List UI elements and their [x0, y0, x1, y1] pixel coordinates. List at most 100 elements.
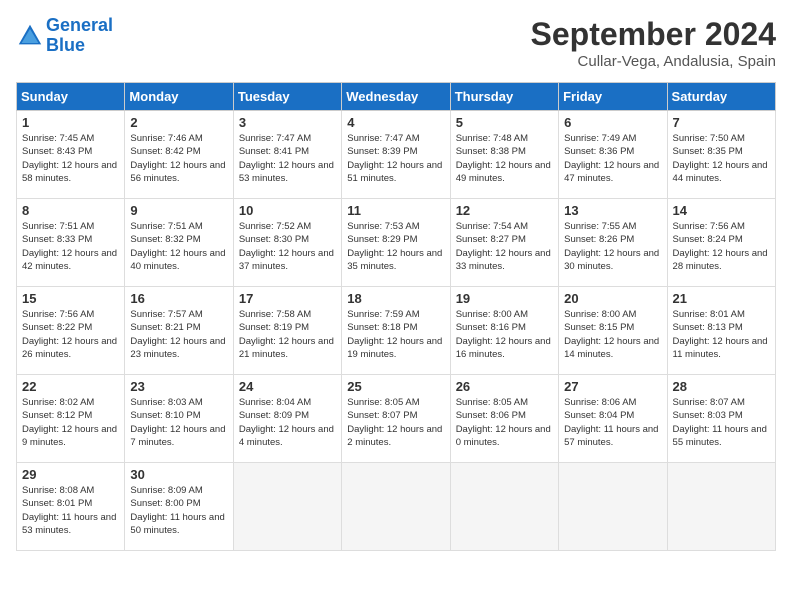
day-detail: Sunrise: 8:00 AM Sunset: 8:16 PM Dayligh… [456, 308, 553, 361]
title-block: September 2024 Cullar-Vega, Andalusia, S… [531, 16, 776, 70]
day-detail: Sunrise: 7:49 AM Sunset: 8:36 PM Dayligh… [564, 132, 661, 185]
calendar-week-row: 29Sunrise: 8:08 AM Sunset: 8:01 PM Dayli… [17, 463, 776, 551]
day-detail: Sunrise: 8:07 AM Sunset: 8:03 PM Dayligh… [673, 396, 770, 449]
day-detail: Sunrise: 7:59 AM Sunset: 8:18 PM Dayligh… [347, 308, 444, 361]
day-number: 17 [239, 291, 336, 306]
logo-line2: Blue [46, 35, 85, 55]
day-detail: Sunrise: 8:00 AM Sunset: 8:15 PM Dayligh… [564, 308, 661, 361]
day-detail: Sunrise: 7:50 AM Sunset: 8:35 PM Dayligh… [673, 132, 770, 185]
calendar-cell [667, 463, 775, 551]
weekday-header-friday: Friday [559, 83, 667, 111]
day-detail: Sunrise: 7:45 AM Sunset: 8:43 PM Dayligh… [22, 132, 119, 185]
day-number: 15 [22, 291, 119, 306]
day-number: 21 [673, 291, 770, 306]
weekday-header-wednesday: Wednesday [342, 83, 450, 111]
month-year-title: September 2024 [531, 16, 776, 53]
weekday-header-thursday: Thursday [450, 83, 558, 111]
day-number: 24 [239, 379, 336, 394]
weekday-header-monday: Monday [125, 83, 233, 111]
calendar-cell: 2 Sunrise: 7:46 AM Sunset: 8:42 PM Daylig… [125, 111, 233, 199]
day-detail: Sunrise: 7:46 AM Sunset: 8:42 PM Dayligh… [130, 132, 227, 185]
calendar-cell: 20 Sunrise: 8:00 AM Sunset: 8:15 PM Dayli… [559, 287, 667, 375]
calendar-cell: 17 Sunrise: 7:58 AM Sunset: 8:19 PM Dayli… [233, 287, 341, 375]
day-detail: Sunrise: 7:48 AM Sunset: 8:38 PM Dayligh… [456, 132, 553, 185]
calendar-cell: 13Sunrise: 7:55 AM Sunset: 8:26 PM Dayli… [559, 199, 667, 287]
day-detail: Sunrise: 7:58 AM Sunset: 8:19 PM Dayligh… [239, 308, 336, 361]
logo: General Blue [16, 16, 113, 56]
day-number: 28 [673, 379, 770, 394]
calendar-table: SundayMondayTuesdayWednesdayThursdayFrid… [16, 82, 776, 551]
calendar-cell: 19 Sunrise: 8:00 AM Sunset: 8:16 PM Dayli… [450, 287, 558, 375]
day-number: 11 [347, 203, 444, 218]
day-number: 3 [239, 115, 336, 130]
day-number: 4 [347, 115, 444, 130]
day-number: 8 [22, 203, 119, 218]
day-number: 22 [22, 379, 119, 394]
day-number: 7 [673, 115, 770, 130]
day-number: 1 [22, 115, 119, 130]
day-number: 30 [130, 467, 227, 482]
page-header: General Blue September 2024 Cullar-Vega,… [16, 16, 776, 70]
day-number: 16 [130, 291, 227, 306]
day-detail: Sunrise: 7:55 AM Sunset: 8:26 PM Dayligh… [564, 220, 661, 273]
calendar-week-row: 8 Sunrise: 7:51 AM Sunset: 8:33 PM Daylig… [17, 199, 776, 287]
weekday-header-tuesday: Tuesday [233, 83, 341, 111]
calendar-cell: 9Sunrise: 7:51 AM Sunset: 8:32 PM Daylig… [125, 199, 233, 287]
day-number: 25 [347, 379, 444, 394]
calendar-cell: 10 Sunrise: 7:52 AM Sunset: 8:30 PM Dayli… [233, 199, 341, 287]
day-number: 9 [130, 203, 227, 218]
day-detail: Sunrise: 8:05 AM Sunset: 8:06 PM Dayligh… [456, 396, 553, 449]
calendar-cell: 5 Sunrise: 7:48 AM Sunset: 8:38 PM Daylig… [450, 111, 558, 199]
calendar-cell: 30 Sunrise: 8:09 AM Sunset: 8:00 PM Dayli… [125, 463, 233, 551]
calendar-cell: 14 Sunrise: 7:56 AM Sunset: 8:24 PM Dayli… [667, 199, 775, 287]
logo-icon [16, 22, 44, 50]
day-detail: Sunrise: 7:57 AM Sunset: 8:21 PM Dayligh… [130, 308, 227, 361]
calendar-cell [233, 463, 341, 551]
day-detail: Sunrise: 7:56 AM Sunset: 8:24 PM Dayligh… [673, 220, 770, 273]
calendar-cell [559, 463, 667, 551]
day-detail: Sunrise: 7:51 AM Sunset: 8:33 PM Dayligh… [22, 220, 119, 273]
day-number: 6 [564, 115, 661, 130]
calendar-cell: 21 Sunrise: 8:01 AM Sunset: 8:13 PM Dayli… [667, 287, 775, 375]
day-detail: Sunrise: 7:47 AM Sunset: 8:41 PM Dayligh… [239, 132, 336, 185]
day-detail: Sunrise: 8:02 AM Sunset: 8:12 PM Dayligh… [22, 396, 119, 449]
day-number: 19 [456, 291, 553, 306]
day-detail: Sunrise: 8:01 AM Sunset: 8:13 PM Dayligh… [673, 308, 770, 361]
calendar-cell: 7 Sunrise: 7:50 AM Sunset: 8:35 PM Daylig… [667, 111, 775, 199]
calendar-cell: 29Sunrise: 8:08 AM Sunset: 8:01 PM Dayli… [17, 463, 125, 551]
calendar-week-row: 15Sunrise: 7:56 AM Sunset: 8:22 PM Dayli… [17, 287, 776, 375]
logo-text: General Blue [46, 16, 113, 56]
day-detail: Sunrise: 7:52 AM Sunset: 8:30 PM Dayligh… [239, 220, 336, 273]
weekday-header-sunday: Sunday [17, 83, 125, 111]
day-detail: Sunrise: 8:08 AM Sunset: 8:01 PM Dayligh… [22, 484, 119, 537]
calendar-cell: 18 Sunrise: 7:59 AM Sunset: 8:18 PM Dayli… [342, 287, 450, 375]
day-detail: Sunrise: 7:54 AM Sunset: 8:27 PM Dayligh… [456, 220, 553, 273]
calendar-cell: 15Sunrise: 7:56 AM Sunset: 8:22 PM Dayli… [17, 287, 125, 375]
day-number: 5 [456, 115, 553, 130]
calendar-cell: 1 Sunrise: 7:45 AM Sunset: 8:43 PM Daylig… [17, 111, 125, 199]
calendar-cell: 27Sunrise: 8:06 AM Sunset: 8:04 PM Dayli… [559, 375, 667, 463]
day-detail: Sunrise: 8:06 AM Sunset: 8:04 PM Dayligh… [564, 396, 661, 449]
day-detail: Sunrise: 8:04 AM Sunset: 8:09 PM Dayligh… [239, 396, 336, 449]
logo-line1: General [46, 15, 113, 35]
day-number: 10 [239, 203, 336, 218]
calendar-cell: 25 Sunrise: 8:05 AM Sunset: 8:07 PM Dayli… [342, 375, 450, 463]
day-number: 18 [347, 291, 444, 306]
calendar-week-row: 1 Sunrise: 7:45 AM Sunset: 8:43 PM Daylig… [17, 111, 776, 199]
calendar-cell: 3 Sunrise: 7:47 AM Sunset: 8:41 PM Daylig… [233, 111, 341, 199]
calendar-cell: 6 Sunrise: 7:49 AM Sunset: 8:36 PM Daylig… [559, 111, 667, 199]
calendar-cell [450, 463, 558, 551]
day-number: 2 [130, 115, 227, 130]
day-detail: Sunrise: 7:47 AM Sunset: 8:39 PM Dayligh… [347, 132, 444, 185]
calendar-cell: 11Sunrise: 7:53 AM Sunset: 8:29 PM Dayli… [342, 199, 450, 287]
calendar-week-row: 22 Sunrise: 8:02 AM Sunset: 8:12 PM Dayli… [17, 375, 776, 463]
calendar-cell: 23Sunrise: 8:03 AM Sunset: 8:10 PM Dayli… [125, 375, 233, 463]
day-detail: Sunrise: 8:09 AM Sunset: 8:00 PM Dayligh… [130, 484, 227, 537]
day-number: 14 [673, 203, 770, 218]
calendar-cell: 16 Sunrise: 7:57 AM Sunset: 8:21 PM Dayli… [125, 287, 233, 375]
day-number: 20 [564, 291, 661, 306]
location-subtitle: Cullar-Vega, Andalusia, Spain [531, 53, 776, 70]
day-detail: Sunrise: 8:05 AM Sunset: 8:07 PM Dayligh… [347, 396, 444, 449]
calendar-cell: 12Sunrise: 7:54 AM Sunset: 8:27 PM Dayli… [450, 199, 558, 287]
weekday-header-row: SundayMondayTuesdayWednesdayThursdayFrid… [17, 83, 776, 111]
